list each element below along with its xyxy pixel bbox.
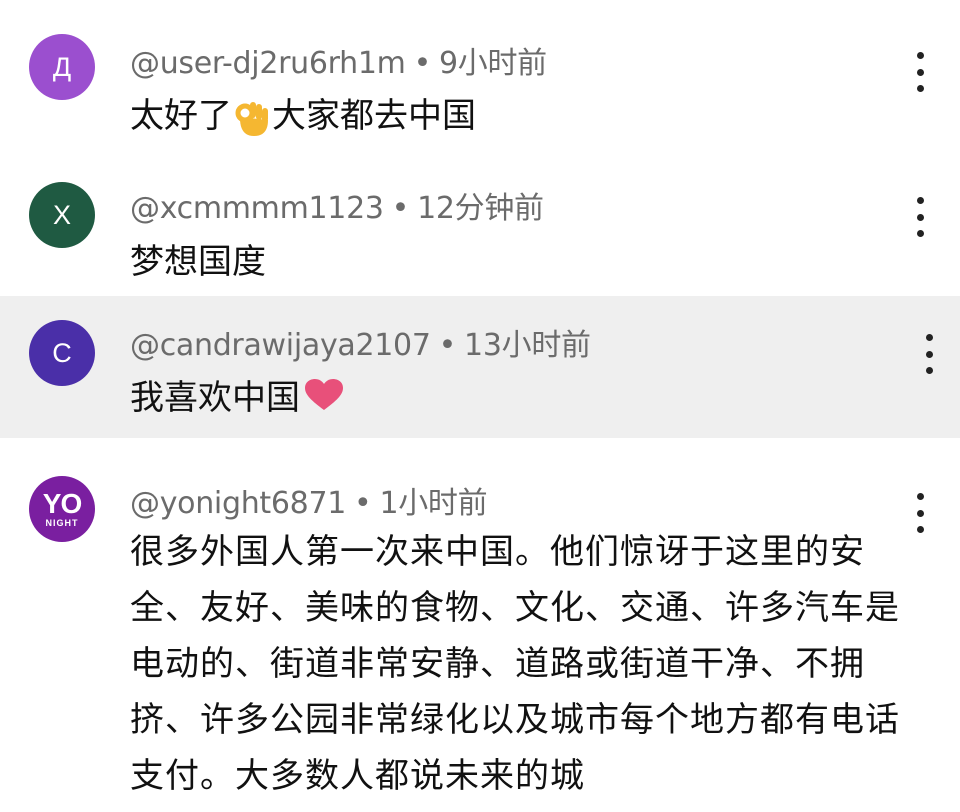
more-options-icon[interactable] (915, 493, 925, 533)
avatar-letter: C (52, 337, 72, 368)
separator-dot: • (438, 328, 457, 363)
comment-text-part: 大家都去中国 (272, 96, 476, 136)
avatar-letter: Д (52, 51, 72, 82)
more-options-icon[interactable] (924, 334, 934, 374)
comment-1: Д @user-dj2ru6rh1m • 9小时前 太好了 大家都去中国 (0, 0, 960, 150)
timestamp: 12分钟前 (417, 191, 544, 226)
comment-text: 我喜欢中国 (130, 370, 344, 421)
comment-3: C @candrawijaya2107 • 13小时前 我喜欢中国 (0, 296, 960, 438)
timestamp: 9小时前 (438, 46, 547, 81)
ok-hand-icon (234, 98, 270, 138)
comment-text: 太好了 大家都去中国 (130, 88, 476, 138)
avatar-letter: X (52, 199, 71, 230)
timestamp: 13小时前 (464, 328, 591, 363)
more-options-icon[interactable] (915, 52, 925, 92)
username[interactable]: @xcmmmm1123 (130, 191, 384, 226)
comment-text-part: 太好了 (130, 96, 232, 136)
separator-dot: • (354, 486, 372, 521)
avatar[interactable]: YO NIGHT (29, 476, 95, 542)
comment-meta: @user-dj2ru6rh1m • 9小时前 (130, 38, 547, 82)
comment-2: X @xcmmmm1123 • 12分钟前 梦想国度 (0, 150, 960, 296)
comment-4: YO NIGHT @yonight6871 • 1小时前 很多外国人第一次来中国。他… (0, 438, 960, 812)
comment-text: 梦想国度 (130, 242, 266, 282)
comment-meta: @xcmmmm1123 • 12分钟前 (130, 183, 544, 227)
comment-meta: @yonight6871 • 1小时前 (130, 478, 488, 522)
username[interactable]: @candrawijaya2107 (130, 328, 431, 363)
avatar[interactable]: C (29, 320, 95, 386)
heart-icon (304, 378, 344, 421)
timestamp: 1小时前 (379, 486, 488, 521)
avatar[interactable]: Д (29, 34, 95, 100)
more-options-icon[interactable] (915, 197, 925, 237)
avatar-logo-text: YO (42, 488, 82, 519)
username[interactable]: @yonight6871 (130, 486, 346, 521)
comment-meta: @candrawijaya2107 • 13小时前 (130, 320, 591, 364)
avatar-logo-subtext: NIGHT (45, 518, 79, 528)
separator-dot: • (391, 191, 410, 226)
avatar[interactable]: X (29, 182, 95, 248)
comment-text-part: 我喜欢中国 (130, 378, 300, 418)
comment-text: 很多外国人第一次来中国。他们惊讶于这里的安全、友好、美味的食物、文化、交通、许多… (130, 532, 900, 796)
separator-dot: • (413, 46, 432, 81)
username[interactable]: @user-dj2ru6rh1m (130, 46, 406, 81)
